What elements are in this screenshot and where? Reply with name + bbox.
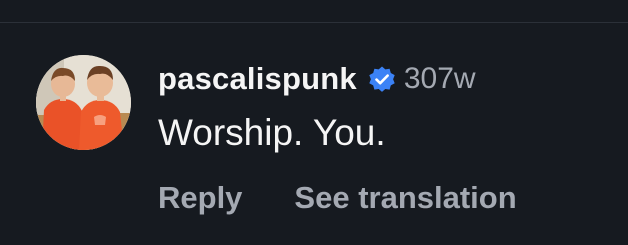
comment-header: pascalispunk 307w: [158, 57, 476, 101]
username-link[interactable]: pascalispunk: [158, 61, 357, 97]
avatar[interactable]: [36, 55, 131, 150]
avatar-photo: [36, 55, 131, 150]
comment-item: pascalispunk 307w Worship. You. Reply Se…: [0, 0, 628, 245]
see-translation-button[interactable]: See translation: [294, 180, 516, 216]
comment-actions: Reply See translation: [158, 176, 517, 220]
verified-badge-icon: [367, 65, 397, 95]
reply-button[interactable]: Reply: [158, 180, 242, 216]
comment-text: Worship. You.: [158, 112, 386, 153]
comment-timestamp: 307w: [403, 62, 476, 95]
